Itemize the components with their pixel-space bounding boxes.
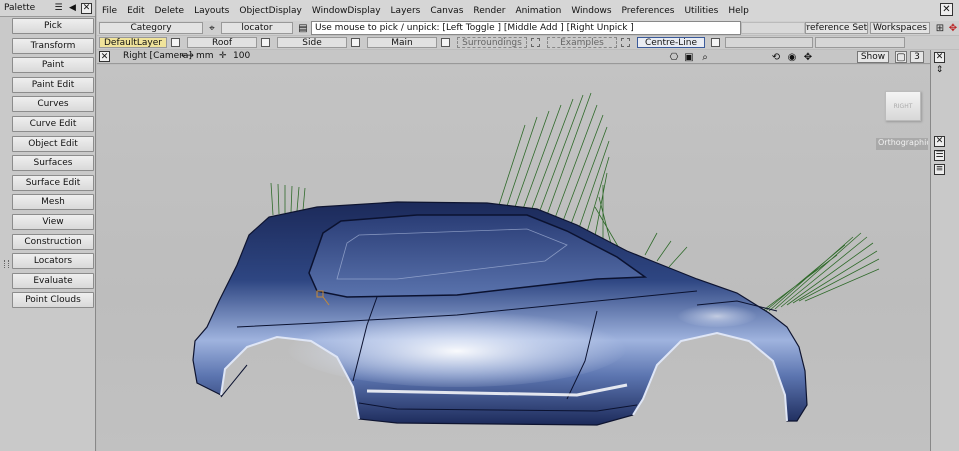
panel-close-icon-2[interactable]: ✕ [934,136,945,147]
layer-centre-line[interactable]: Centre-Line [637,37,705,48]
menu-help[interactable]: Help [723,6,754,16]
resize-handle[interactable] [4,260,9,268]
car-model-canvas[interactable] [97,65,930,451]
menu-animation[interactable]: Animation [510,6,566,16]
menu-file[interactable]: File [97,6,122,16]
layer-side[interactable]: Side [277,37,347,48]
menu-edit[interactable]: Edit [122,6,149,16]
layer-surroundings-checkbox[interactable] [531,38,540,47]
tool-toolbar: Category ⌖ locator ▤ Use mouse to pick /… [97,21,959,35]
palette-item-curve-edit[interactable]: Curve Edit [12,115,94,132]
grid-icon: ✛ [219,51,227,61]
menu-utilities[interactable]: Utilities [679,6,723,16]
status-line: Use mouse to pick / unpick: [Left Toggle… [311,21,741,35]
status-icon: ▤ [298,22,308,34]
viewport-header: ✕ Right [Camera] ⟷ mm ✛ 100 ⎔ ▣ ⌕ ⟲ ◉ ✥ … [97,50,930,64]
fender-highlight [677,303,757,327]
layer-examples[interactable]: Examples [547,37,617,48]
menu-layouts[interactable]: Layouts [189,6,234,16]
show-button[interactable]: Show [857,51,889,63]
close-icon[interactable]: ✕ [81,2,92,14]
menu-windowdisplay[interactable]: WindowDisplay [307,6,386,16]
palette-item-paint[interactable]: Paint [12,57,94,74]
layer-slot-empty-2[interactable] [815,37,905,48]
body-highlight [287,307,627,387]
layer-bar: DefaultLayer Roof Side Main Surroundings… [97,36,959,49]
palette-item-point-clouds[interactable]: Point Clouds [12,292,94,309]
projection-label[interactable]: Orthographic [876,138,928,150]
viewport-close-icon[interactable]: ✕ [99,51,110,62]
dolly-icon[interactable]: ◉ [786,51,798,63]
collapse-left-icon[interactable]: ◀ [67,3,78,14]
zoom-icon[interactable]: ⌕ [699,51,711,63]
film-icon[interactable]: ▣ [683,51,695,63]
layer-examples-checkbox[interactable] [621,38,630,47]
layer-side-checkbox[interactable] [351,38,360,47]
palette-item-locators[interactable]: Locators [12,253,94,270]
palette-panel: Palette ☰ ◀ ✕ Pick Transform Paint Paint… [0,0,96,451]
layer-roof[interactable]: Roof [187,37,257,48]
track-icon[interactable]: ✥ [802,51,814,63]
palette-item-transform[interactable]: Transform [12,37,94,54]
history-icon[interactable]: ⊞ [933,21,947,35]
layer-main-checkbox[interactable] [441,38,450,47]
list-icon[interactable]: ☰ [934,150,945,161]
view-cube[interactable]: RIGHT [885,91,921,121]
palette-item-view[interactable]: View [12,213,94,230]
menu-delete[interactable]: Delete [150,6,190,16]
layer-centre-line-checkbox[interactable] [711,38,720,47]
palette-item-evaluate[interactable]: Evaluate [12,272,94,289]
palette-item-paint-edit[interactable]: Paint Edit [12,76,94,93]
palette-item-object-edit[interactable]: Object Edit [12,135,94,152]
collapse-up-icon[interactable]: ⇕ [934,66,945,77]
menu-bar: File Edit Delete Layouts ObjectDisplay W… [97,0,959,21]
window-count[interactable]: 3 [910,51,924,63]
menu-canvas[interactable]: Canvas [425,6,468,16]
palette-title: Palette [4,3,36,13]
tumble-icon[interactable]: ⟲ [770,51,782,63]
palette-header: Palette ☰ ◀ ✕ [0,0,95,17]
unit-label: mm [196,51,214,61]
menu-preferences[interactable]: Preferences [617,6,680,16]
rotate-tool-icon[interactable]: ✥ [946,21,959,35]
locator-tool-icon: ⌖ [209,22,215,34]
menu-icon[interactable]: ≡ [934,164,945,175]
palette-item-pick[interactable]: Pick [12,18,94,34]
arrows-icon: ⟷ [181,51,194,61]
status-extension [741,22,805,34]
list-icon[interactable]: ☰ [53,3,64,14]
workspaces-button[interactable]: Workspaces [870,22,930,34]
palette-list: Pick Transform Paint Paint Edit Curves C… [12,18,94,312]
menu-layers[interactable]: Layers [386,6,426,16]
layer-default[interactable]: DefaultLayer [99,37,167,48]
category-dropdown[interactable]: Category [99,22,203,34]
scale-value: 100 [233,51,251,61]
window-icon[interactable]: ▢ [895,51,907,63]
palette-item-surface-edit[interactable]: Surface Edit [12,174,94,191]
layer-roof-checkbox[interactable] [261,38,270,47]
layer-surroundings[interactable]: Surroundings [457,37,527,48]
alias-window: Palette ☰ ◀ ✕ Pick Transform Paint Paint… [0,0,959,451]
palette-item-curves[interactable]: Curves [12,96,94,113]
layer-default-checkbox[interactable] [171,38,180,47]
menu-objectdisplay[interactable]: ObjectDisplay [234,6,307,16]
preference-sets-button[interactable]: Preference Sets [805,22,868,34]
camera-icon[interactable]: ⎔ [668,51,680,63]
modeling-viewport[interactable]: RIGHT Orthographic [97,65,930,451]
layer-main[interactable]: Main [367,37,437,48]
current-tool-name[interactable]: locator [221,22,293,34]
right-panel: ✕ ⇕ ✕ ☰ ≡ [930,50,959,451]
menu-render[interactable]: Render [468,6,510,16]
layer-slot-empty-1[interactable] [725,37,813,48]
palette-item-mesh[interactable]: Mesh [12,194,94,211]
palette-item-construction[interactable]: Construction [12,233,94,250]
close-icon[interactable]: ✕ [940,3,953,16]
panel-close-icon[interactable]: ✕ [934,52,945,63]
palette-item-surfaces[interactable]: Surfaces [12,155,94,172]
menu-windows[interactable]: Windows [566,6,616,16]
